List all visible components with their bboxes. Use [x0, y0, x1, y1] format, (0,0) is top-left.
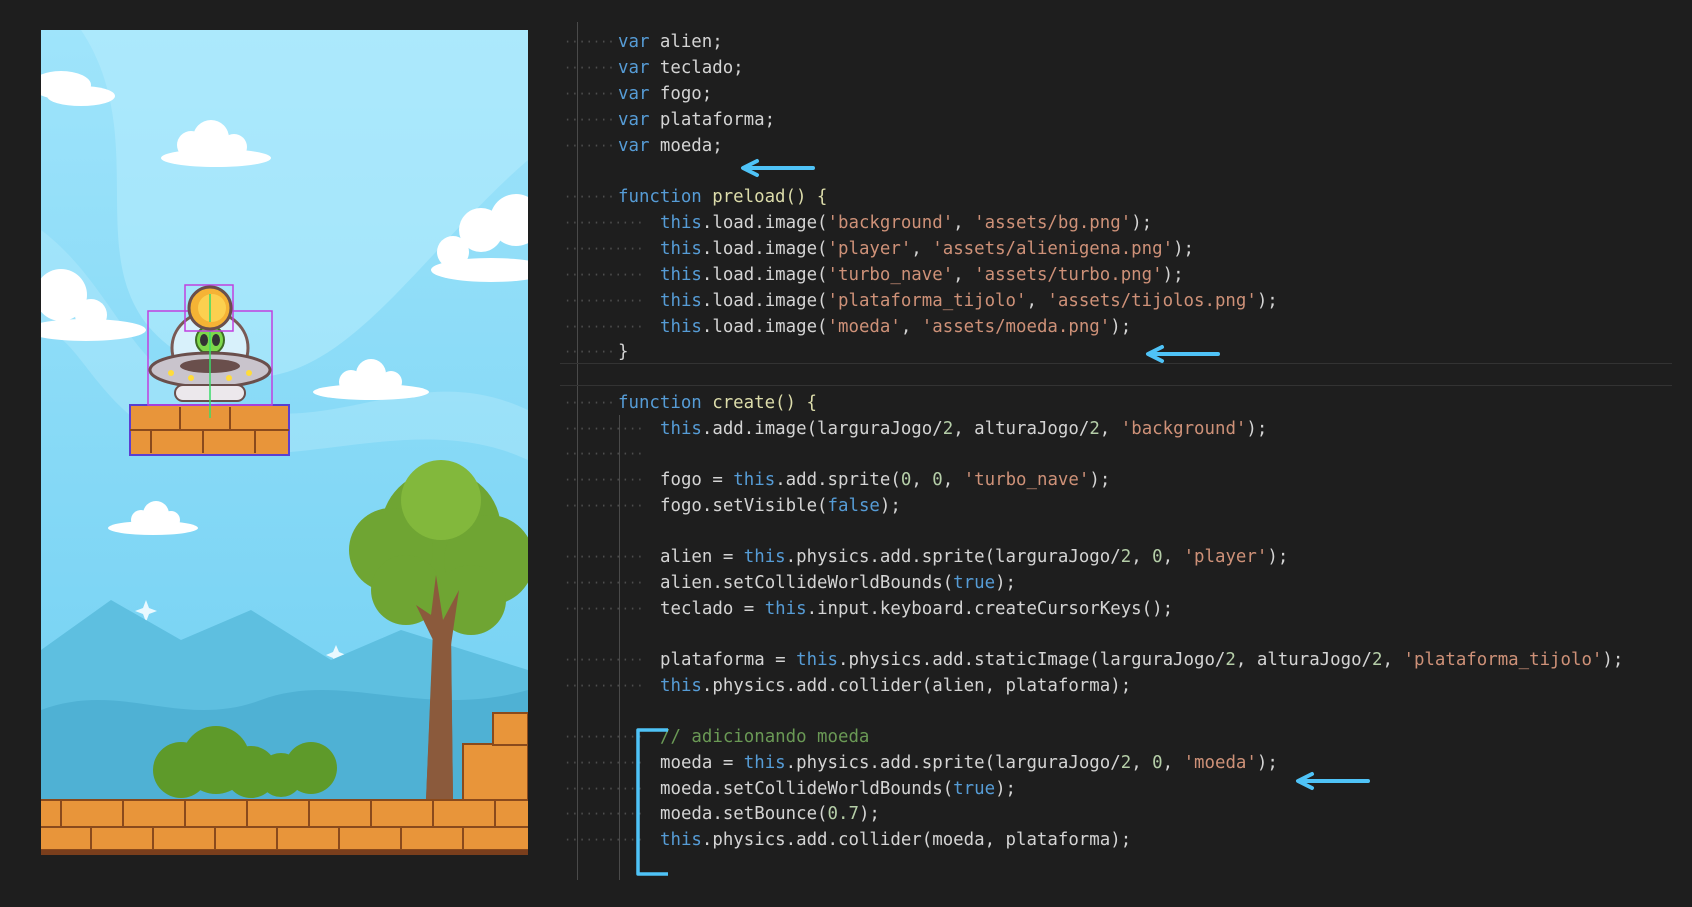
- code-line-add-background: this.add.image(larguraJogo/2, alturaJogo…: [660, 419, 1268, 439]
- indent-dots: ···········: [564, 320, 644, 334]
- game-scene: [41, 30, 528, 855]
- indent-dots: ···········: [564, 653, 644, 667]
- indent-dots: ·······: [564, 396, 615, 410]
- code-line-preload-signature: function preload() {: [618, 187, 828, 207]
- indent-dots: ···········: [564, 679, 644, 693]
- code-line-var-teclado: var teclado;: [618, 58, 744, 78]
- indent-dots: ···········: [564, 473, 644, 487]
- code-line-comment: // adicionando moeda: [660, 727, 870, 747]
- brick-ground: [41, 799, 528, 855]
- indent-dots: ·······: [564, 87, 615, 101]
- code-line-plataforma-static: plataforma = this.physics.add.staticImag…: [660, 650, 1624, 670]
- code-line-load-moeda: this.load.image('moeda', 'assets/moeda.p…: [660, 317, 1132, 337]
- code-editor[interactable]: ······· var alien; ······· var teclado; …: [560, 22, 1680, 880]
- code-line-collider-moeda: this.physics.add.collider(moeda, platafo…: [660, 830, 1132, 850]
- indent-dots: ·······: [564, 345, 615, 359]
- code-line-collider-alien: this.physics.add.collider(alien, platafo…: [660, 676, 1132, 696]
- highlight-bracket: [636, 728, 668, 876]
- code-line-fogo-visible: fogo.setVisible(false);: [660, 496, 901, 516]
- code-line-create-signature: function create() {: [618, 393, 817, 413]
- arrow-left-icon: [1146, 345, 1220, 363]
- code-line-var-alien: var alien;: [618, 32, 723, 52]
- game-preview: [41, 30, 528, 855]
- indent-dots: ·······: [564, 190, 615, 204]
- code-line-teclado: teclado = this.input.keyboard.createCurs…: [660, 599, 1174, 619]
- code-line-moeda-bounce: moeda.setBounce(0.7);: [660, 804, 880, 824]
- code-line-var-fogo: var fogo;: [618, 84, 713, 104]
- indent-dots: ···········: [564, 730, 644, 744]
- indent-dots: ···········: [564, 550, 644, 564]
- indent-dots: ···········: [564, 807, 644, 821]
- code-line-preload-close: }: [618, 342, 629, 362]
- indent-dots: ·······: [564, 139, 615, 153]
- indent-dots: ···········: [564, 294, 644, 308]
- indent-dots: ···········: [564, 216, 644, 230]
- indent-dots: ·······: [564, 35, 615, 49]
- code-line-alien-sprite: alien = this.physics.add.sprite(larguraJ…: [660, 547, 1289, 567]
- code-line-load-player: this.load.image('player', 'assets/alieni…: [660, 239, 1195, 259]
- indent-dots: ···········: [564, 602, 644, 616]
- code-line-moeda-sprite: moeda = this.physics.add.sprite(larguraJ…: [660, 753, 1278, 773]
- indent-dots: ···········: [564, 756, 644, 770]
- indent-dots: ···········: [564, 447, 644, 461]
- code-line-var-moeda: var moeda;: [618, 136, 723, 156]
- indent-dots: ···········: [564, 782, 644, 796]
- indent-dots: ·······: [564, 61, 615, 75]
- indent-dots: ···········: [564, 499, 644, 513]
- arrow-left-icon: [1296, 772, 1370, 790]
- code-line-load-turbo: this.load.image('turbo_nave', 'assets/tu…: [660, 265, 1184, 285]
- indent-dots: ···········: [564, 422, 644, 436]
- code-line-load-tijolos: this.load.image('plataforma_tijolo', 'as…: [660, 291, 1278, 311]
- indent-dots: ···········: [564, 576, 644, 590]
- line-separator: [560, 363, 1672, 364]
- code-line-var-plataforma: var plataforma;: [618, 110, 776, 130]
- indent-dots: ·······: [564, 113, 615, 127]
- code-line-fogo-sprite: fogo = this.add.sprite(0, 0, 'turbo_nave…: [660, 470, 1111, 490]
- code-line-moeda-bounds: moeda.setCollideWorldBounds(true);: [660, 779, 1017, 799]
- code-line-load-background: this.load.image('background', 'assets/bg…: [660, 213, 1153, 233]
- arrow-left-icon: [741, 159, 815, 177]
- indent-dots: ···········: [564, 242, 644, 256]
- indent-dots: ···········: [564, 268, 644, 282]
- line-separator: [560, 385, 1672, 386]
- code-line-alien-bounds: alien.setCollideWorldBounds(true);: [660, 573, 1017, 593]
- indent-dots: ···········: [564, 833, 644, 847]
